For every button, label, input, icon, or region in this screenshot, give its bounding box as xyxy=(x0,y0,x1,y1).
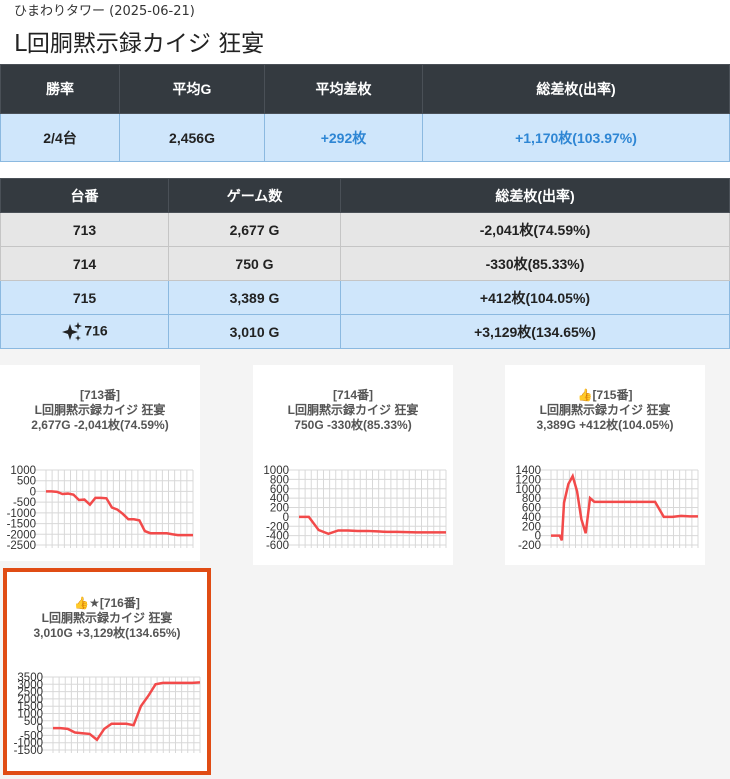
table-row[interactable]: 715 3,389 G +412枚(104.05%) xyxy=(0,280,730,315)
summary-header-winrate: 勝率 xyxy=(0,64,120,114)
chart-title-line2: L回胴黙示録カイジ 狂宴 xyxy=(34,403,166,417)
chart-title-line2: L回胴黙示録カイジ 狂宴 xyxy=(539,403,671,417)
summary-avg-diff: +292枚 xyxy=(264,113,423,162)
machine-games: 2,677 G xyxy=(168,212,341,247)
machines-table: 台番 ゲーム数 総差枚(出率) 713 2,677 G -2,041枚(74.5… xyxy=(0,178,730,349)
chart-title-line1: 👍[715番] xyxy=(577,388,633,402)
chart-card-714[interactable]: [714番] L回胴黙示録カイジ 狂宴 750G -330枚(85.33%) 1… xyxy=(253,365,453,565)
summary-winrate: 2/4台 xyxy=(0,113,120,162)
summary-header-row: 勝率 平均G 平均差枚 総差枚(出率) xyxy=(0,64,730,114)
machine-total: +412枚(104.05%) xyxy=(340,280,730,315)
chart-title-line2: L回胴黙示録カイジ 狂宴 xyxy=(287,403,419,417)
line-chart-714: 10008006004002000-200-400-600 xyxy=(263,465,447,549)
machines-header-games: ゲーム数 xyxy=(168,178,341,213)
line-chart-715: 1400120010008006004002000-200 xyxy=(515,465,699,549)
chart-title-line3: 3,389G +412枚(104.05%) xyxy=(536,418,674,432)
summary-value-row: 2/4台 2,456G +292枚 +1,170枚(103.97%) xyxy=(0,113,730,162)
y-tick-label: -2500 xyxy=(7,540,36,549)
machine-total: -330枚(85.33%) xyxy=(340,246,730,281)
summary-table: 勝率 平均G 平均差枚 総差枚(出率) 2/4台 2,456G +292枚 +1… xyxy=(0,64,730,162)
machine-number: 714 xyxy=(0,246,169,281)
summary-total-diff: +1,170枚(103.97%) xyxy=(422,113,730,162)
summary-header-avg-diff: 平均差枚 xyxy=(264,64,423,114)
chart-title-line3: 2,677G -2,041枚(74.59%) xyxy=(31,418,169,432)
machine-number-cell: 716 xyxy=(0,314,169,349)
page-subtitle: ひまわりタワー (2025-06-21) xyxy=(14,4,195,19)
line-chart-713: 10005000-500-1000-1500-2000-2500 xyxy=(7,465,194,549)
table-row[interactable]: 714 750 G -330枚(85.33%) xyxy=(0,246,730,281)
machine-number: 716 xyxy=(84,322,108,339)
chart-title-line3: 750G -330枚(85.33%) xyxy=(294,418,412,432)
machine-number: 715 xyxy=(0,280,169,315)
table-row[interactable]: 713 2,677 G -2,041枚(74.59%) xyxy=(0,212,730,247)
summary-avg-games: 2,456G xyxy=(119,113,265,162)
sparkle-icon xyxy=(62,321,83,341)
y-tick-label: -600 xyxy=(266,540,289,549)
machine-total: -2,041枚(74.59%) xyxy=(340,212,730,247)
table-row[interactable]: 716 3,010 G +3,129枚(134.65%) xyxy=(0,314,730,349)
page-title: L回胴黙示録カイジ 狂宴 xyxy=(14,31,265,57)
chart-title-line1: [714番] xyxy=(332,388,373,402)
summary-header-avg-games: 平均G xyxy=(119,64,265,114)
chart-card-715[interactable]: 👍[715番] L回胴黙示録カイジ 狂宴 3,389G +412枚(104.05… xyxy=(505,365,705,565)
selected-card-highlight xyxy=(3,568,211,775)
machine-games: 3,010 G xyxy=(168,314,341,349)
chart-card-713[interactable]: [713番] L回胴黙示録カイジ 狂宴 2,677G -2,041枚(74.59… xyxy=(0,365,200,561)
y-tick-label: -200 xyxy=(518,540,541,549)
machine-games: 750 G xyxy=(168,246,341,281)
chart-title-line1: [713番] xyxy=(79,388,120,402)
machine-total: +3,129枚(134.65%) xyxy=(340,314,730,349)
machines-header-total: 総差枚(出率) xyxy=(340,178,730,213)
machine-number: 713 xyxy=(0,212,169,247)
machines-header-number: 台番 xyxy=(0,178,169,213)
machines-header-row: 台番 ゲーム数 総差枚(出率) xyxy=(0,178,730,213)
summary-header-total-diff: 総差枚(出率) xyxy=(422,64,730,114)
machine-games: 3,389 G xyxy=(168,280,341,315)
